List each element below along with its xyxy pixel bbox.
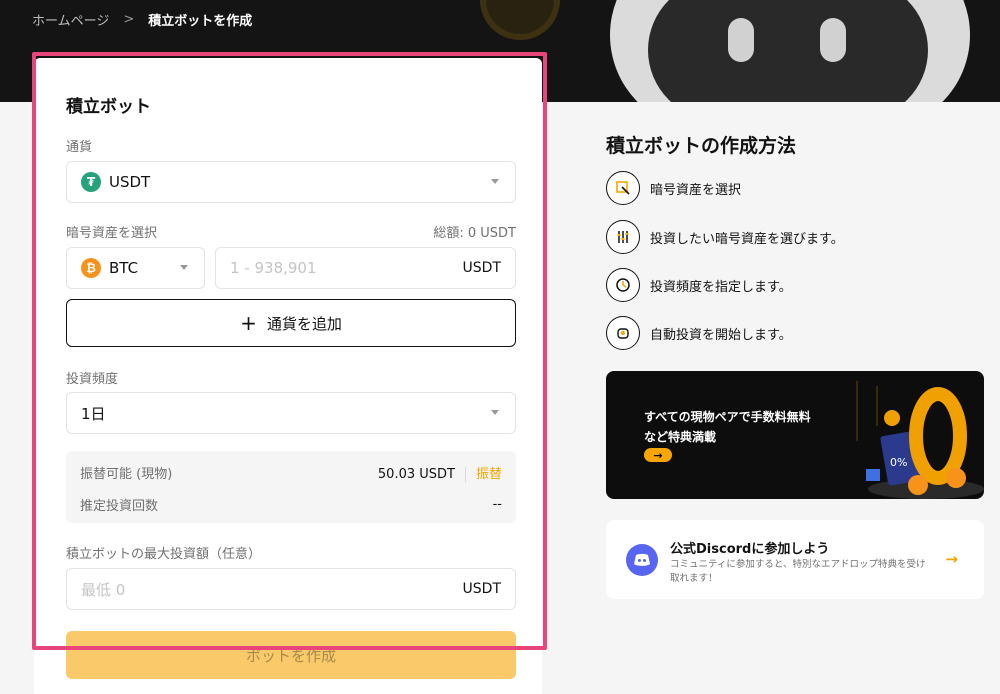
hero-robot-decoration (610, 0, 970, 102)
robot-face (648, 0, 928, 102)
estimate-row: 推定投資回数 -- (80, 495, 502, 514)
add-currency-button[interactable]: + 通貨を追加 (66, 299, 516, 347)
available-value: 50.03 USDT (377, 467, 455, 482)
frequency-select[interactable]: 1日 (66, 392, 516, 434)
breadcrumb-home[interactable]: ホームページ (32, 10, 109, 29)
discord-card[interactable]: 公式Discordに参加しよう コミュニティに参加すると、特別なエアドロップ特典… (606, 520, 984, 599)
breadcrumb-current: 積立ボットを作成 (148, 14, 253, 29)
discord-title: 公式Discordに参加しよう (670, 542, 830, 557)
frequency-select-value: 1日 (81, 404, 106, 423)
guide-title: 積立ボットの作成方法 (606, 135, 797, 157)
bot-form-card: 積立ボット 通貨 ₮ USDT 暗号資産を選択 総額: 0 USDT ₿ BTC… (34, 58, 542, 694)
estimate-value: -- (492, 497, 502, 512)
sliders-icon (606, 220, 640, 254)
usdt-icon: ₮ (81, 172, 101, 192)
discord-subtitle: コミュニティに参加すると、特別なエアドロップ特典を受け取れます！ (670, 559, 926, 584)
promo-line-2: など特典満載 (644, 430, 717, 444)
robot-eye-left (728, 18, 754, 62)
available-label: 振替可能 (現物) (80, 467, 173, 482)
chevron-down-icon (180, 265, 188, 270)
asset-select-value: BTC (109, 259, 139, 277)
promo-banner[interactable]: すべての現物ペアで手数料無料 など特典満載 → 0% (606, 371, 984, 499)
max-investment-input[interactable]: 最低 0 USDT (66, 568, 516, 610)
amount-placeholder: 1 - 938,901 (230, 259, 317, 277)
chevron-down-icon (491, 410, 499, 415)
available-row: 振替可能 (現物) 50.03 USDT 振替 (80, 463, 502, 482)
discord-icon (626, 544, 658, 576)
total-amount: 総額: 0 USDT (433, 226, 516, 241)
guide-step-3-label: 投資頻度を指定します。 (650, 279, 792, 295)
frequency-label: 投資頻度 (66, 372, 119, 387)
breadcrumb-separator: > (123, 12, 135, 27)
create-bot-button[interactable]: ボットを作成 (66, 631, 516, 679)
guide-step-2: 投資したい暗号資産を選びます。 (606, 220, 844, 254)
add-currency-label: 通貨を追加 (266, 314, 342, 333)
bot-icon (606, 316, 640, 350)
guide-step-4: 自動投資を開始します。 (606, 316, 792, 350)
balance-info-box: 振替可能 (現物) 50.03 USDT 振替 推定投資回数 -- (66, 451, 516, 523)
promo-line-1: すべての現物ペアで手数料無料 (644, 410, 811, 424)
asset-select[interactable]: ₿ BTC (66, 247, 205, 289)
robot-eye-right (820, 18, 846, 62)
guide-step-4-label: 自動投資を開始します。 (650, 327, 792, 343)
clock-icon (606, 268, 640, 302)
max-investment-placeholder: 最低 0 (81, 580, 126, 599)
max-investment-label: 積立ボットの最大投資額（任意） (66, 547, 262, 562)
guide-step-3: 投資頻度を指定します。 (606, 268, 792, 302)
promo-badge: 0% (890, 456, 907, 469)
chevron-down-icon (491, 179, 499, 184)
max-investment-unit: USDT (462, 581, 501, 597)
currency-select-value: USDT (109, 173, 151, 191)
guide-step-1-label: 暗号資産を選択 (650, 182, 742, 198)
currency-label: 通貨 (66, 140, 93, 155)
plus-icon: + (240, 311, 257, 335)
amount-input[interactable]: 1 - 938,901 USDT (215, 247, 516, 289)
amount-unit: USDT (462, 260, 501, 276)
breadcrumb: ホームページ > 積立ボットを作成 (32, 10, 252, 29)
currency-select[interactable]: ₮ USDT (66, 161, 516, 203)
hero-coin-decoration (480, 0, 560, 40)
available-value-group: 50.03 USDT 振替 (378, 463, 502, 482)
btc-icon: ₿ (81, 258, 101, 278)
arrow-right-icon[interactable]: → (644, 448, 672, 462)
form-title: 積立ボット (66, 97, 151, 117)
promo-text: すべての現物ペアで手数料無料 など特典満載 (644, 407, 811, 447)
promo-illustration: 0% (856, 381, 984, 499)
transfer-link[interactable]: 振替 (464, 467, 502, 482)
guide-step-1: 暗号資産を選択 (606, 171, 741, 205)
estimate-label: 推定投資回数 (80, 499, 159, 514)
select-icon (606, 171, 640, 205)
guide-step-2-label: 投資したい暗号資産を選びます。 (650, 231, 844, 247)
arrow-right-icon[interactable]: → (945, 550, 958, 568)
asset-label: 暗号資産を選択 (66, 226, 158, 241)
